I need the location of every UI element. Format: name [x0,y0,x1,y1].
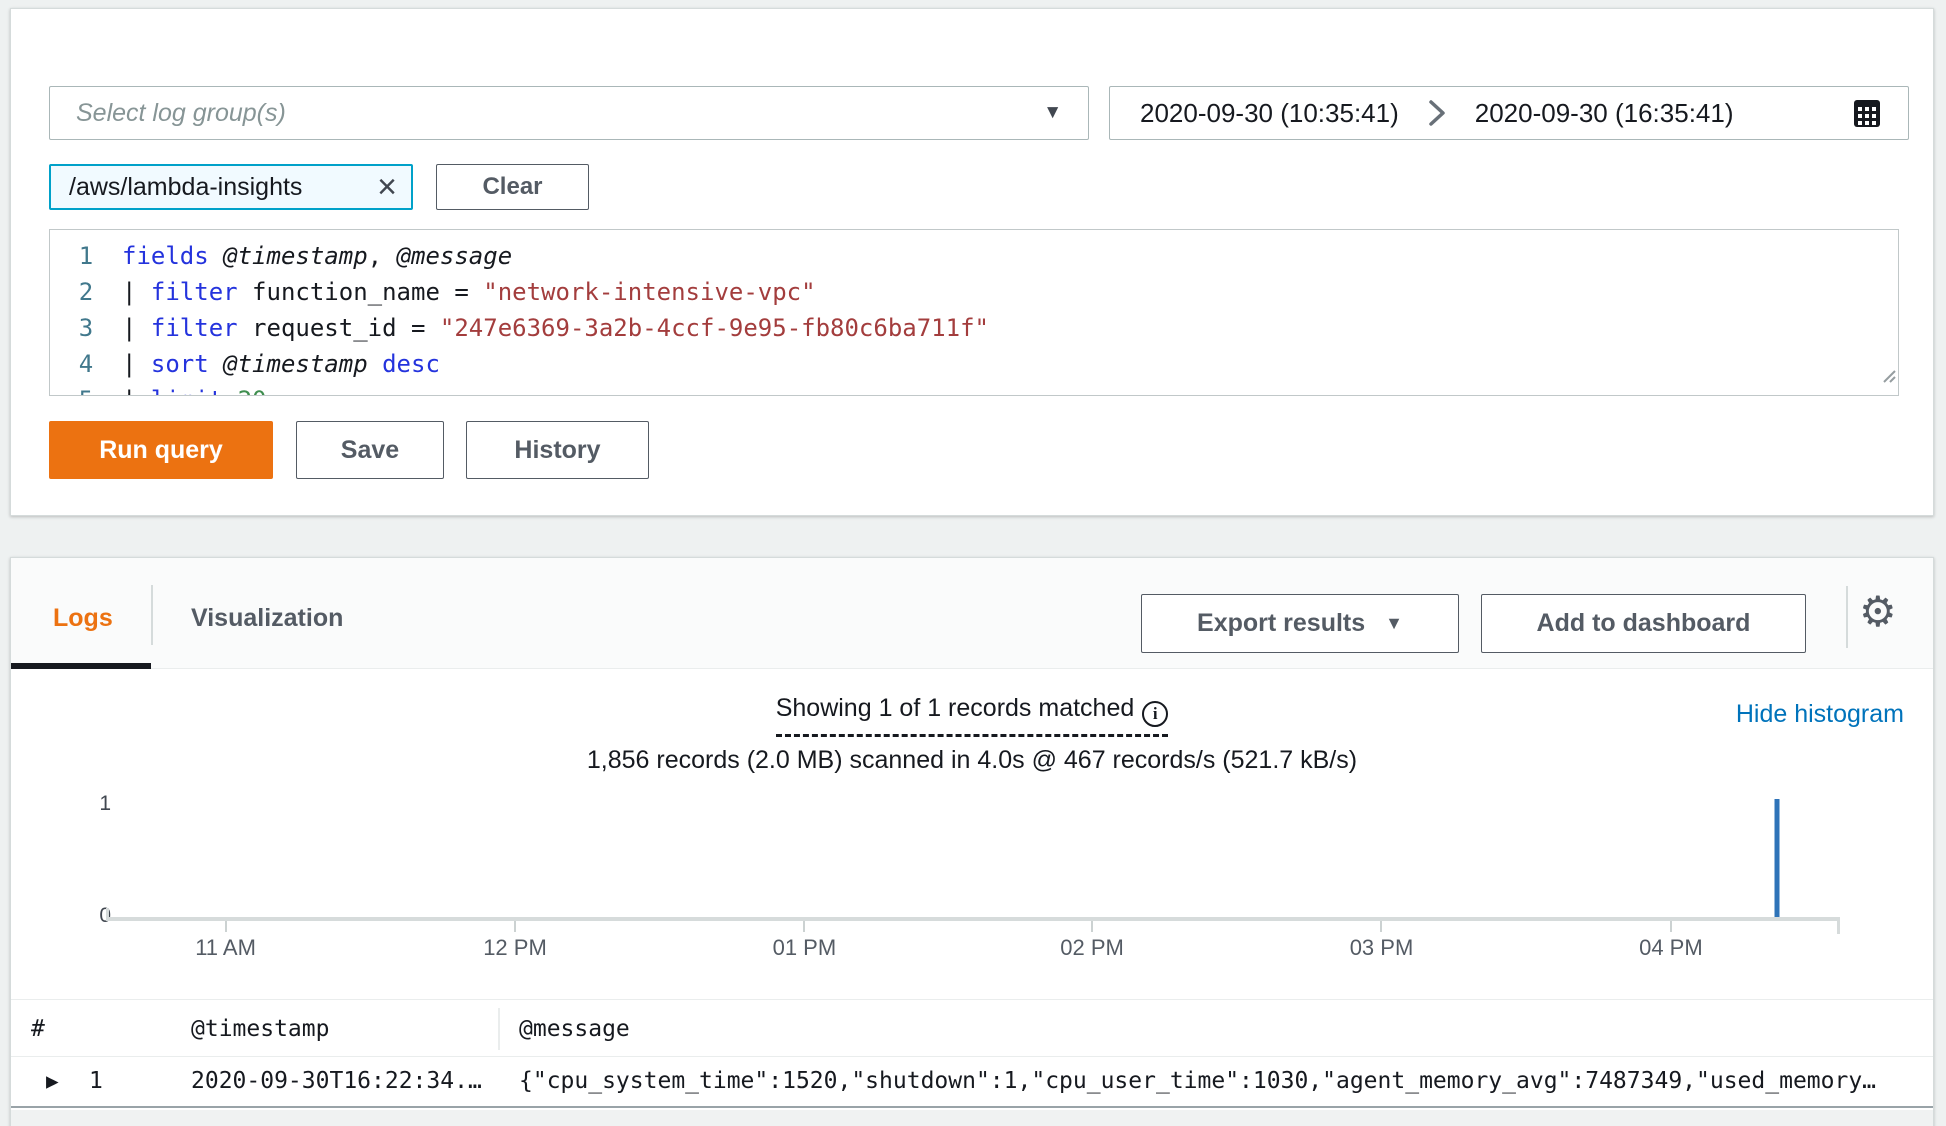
row-message: {"cpu_system_time":1520,"shutdown":1,"cp… [519,1068,1877,1094]
date-range-end: 2020-09-30 (16:35:41) [1474,97,1734,128]
query-builder-card: Select log group(s) ▼ 2020-09-30 (10:35:… [10,8,1934,516]
row-number: 1 [89,1068,103,1094]
selected-log-group-tag: /aws/lambda-insights × [49,164,413,210]
x-axis-tick-label: 03 PM [1349,935,1414,960]
column-divider [498,1008,500,1050]
query-line: 5| limit 20 [50,382,1898,395]
x-axis-tick [1380,921,1383,932]
y-axis-tick-label: 0 [99,904,111,927]
records-matched-line: Showing 1 of 1 records matched i [775,694,1169,737]
y-axis-tick-label: 1 [99,792,111,815]
date-range-picker[interactable]: 2020-09-30 (10:35:41) 2020-09-30 (16:35:… [1109,86,1909,140]
results-card: Logs Visualization Export results ▼ Add … [10,557,1934,1126]
toolbar-divider [1846,586,1848,648]
results-tabbar: Logs Visualization Export results ▼ Add … [11,558,1933,669]
query-line: 1 fields @timestamp, @message [78,242,513,270]
add-to-dashboard-button[interactable]: Add to dashboard [1481,594,1806,653]
row-timestamp: 2020-09-30T16:22:34.… [191,1068,482,1094]
query-editor-lines: 1 fields @timestamp, @message 2 | filter fu… [50,238,1898,395]
x-axis-tick-label: 11 AM [195,935,256,960]
query-editor[interactable]: 1 fields @timestamp, @message 2 | filter fu… [49,229,1899,396]
x-axis-tick-label: 12 PM [483,935,547,960]
gear-icon[interactable]: ⚙ [1859,591,1897,633]
clear-button[interactable]: Clear [436,164,589,210]
tab-visualization[interactable]: Visualization [191,604,343,633]
run-query-button[interactable]: Run query [49,421,273,479]
x-axis-right-cap [1837,917,1840,934]
resize-handle-icon[interactable] [1880,357,1896,393]
x-axis-tick [803,921,806,932]
x-axis-left-cap [106,908,109,921]
table-row[interactable]: ▶ 1 2020-09-30T16:22:34.… {"cpu_system_t… [11,1057,1933,1108]
x-axis-tick [224,921,227,932]
log-group-select[interactable]: Select log group(s) ▼ [49,86,1089,140]
records-scanned-text: 1,856 records (2.0 MB) scanned in 4.0s @… [586,746,1358,774]
x-axis-tick [1669,921,1672,932]
hide-histogram-link[interactable]: Hide histogram [1736,700,1904,729]
histogram-bar [1774,799,1780,917]
x-axis-tick-label: 02 PM [1060,935,1124,960]
calendar-icon[interactable] [1852,97,1882,129]
column-header-number: # [31,1016,45,1042]
results-table-header: # @timestamp @message [11,999,1933,1057]
export-results-label: Export results [1197,609,1366,637]
remove-log-group-icon[interactable]: × [377,170,397,204]
column-header-message: @message [519,1016,630,1042]
cloudwatch-logs-insights-page: Select log group(s) ▼ 2020-09-30 (10:35:… [0,0,1946,1126]
info-icon[interactable]: i [1142,701,1169,727]
active-tab-underline [11,663,151,669]
dropdown-caret-icon: ▼ [1043,102,1062,123]
selected-log-group-label: /aws/lambda-insights [69,172,303,201]
tab-logs[interactable]: Logs [53,604,113,633]
x-axis-tick [1091,921,1094,932]
x-axis-tick [513,921,516,932]
table-footer-strip [11,1110,1933,1126]
export-results-button[interactable]: Export results ▼ [1141,594,1459,653]
date-range-start: 2020-09-30 (10:35:41) [1140,97,1399,128]
expand-row-icon[interactable]: ▶ [46,1057,59,1106]
records-matched-text: Showing 1 of 1 records matched [775,694,1135,722]
query-status: Showing 1 of 1 records matched i 1,856 re… [11,694,1933,775]
query-line: 3 | filter request_id = "247e6369-3a2b-4c… [78,314,989,342]
dropdown-caret-icon: ▼ [1385,613,1403,633]
history-button[interactable]: History [466,421,649,479]
x-axis-tick-label: 04 PM [1639,935,1703,960]
save-button[interactable]: Save [296,421,444,479]
column-header-timestamp: @timestamp [191,1016,330,1042]
query-line: 4 | sort @timestamp desc [78,350,440,378]
x-axis-tick-label: 01 PM [772,935,837,960]
x-axis-line [106,917,1839,921]
query-line: 2 | filter function_name = "network-inten… [78,278,816,306]
chevron-right-icon [1427,98,1447,128]
tab-divider [151,585,153,645]
log-group-placeholder: Select log group(s) [76,98,286,127]
